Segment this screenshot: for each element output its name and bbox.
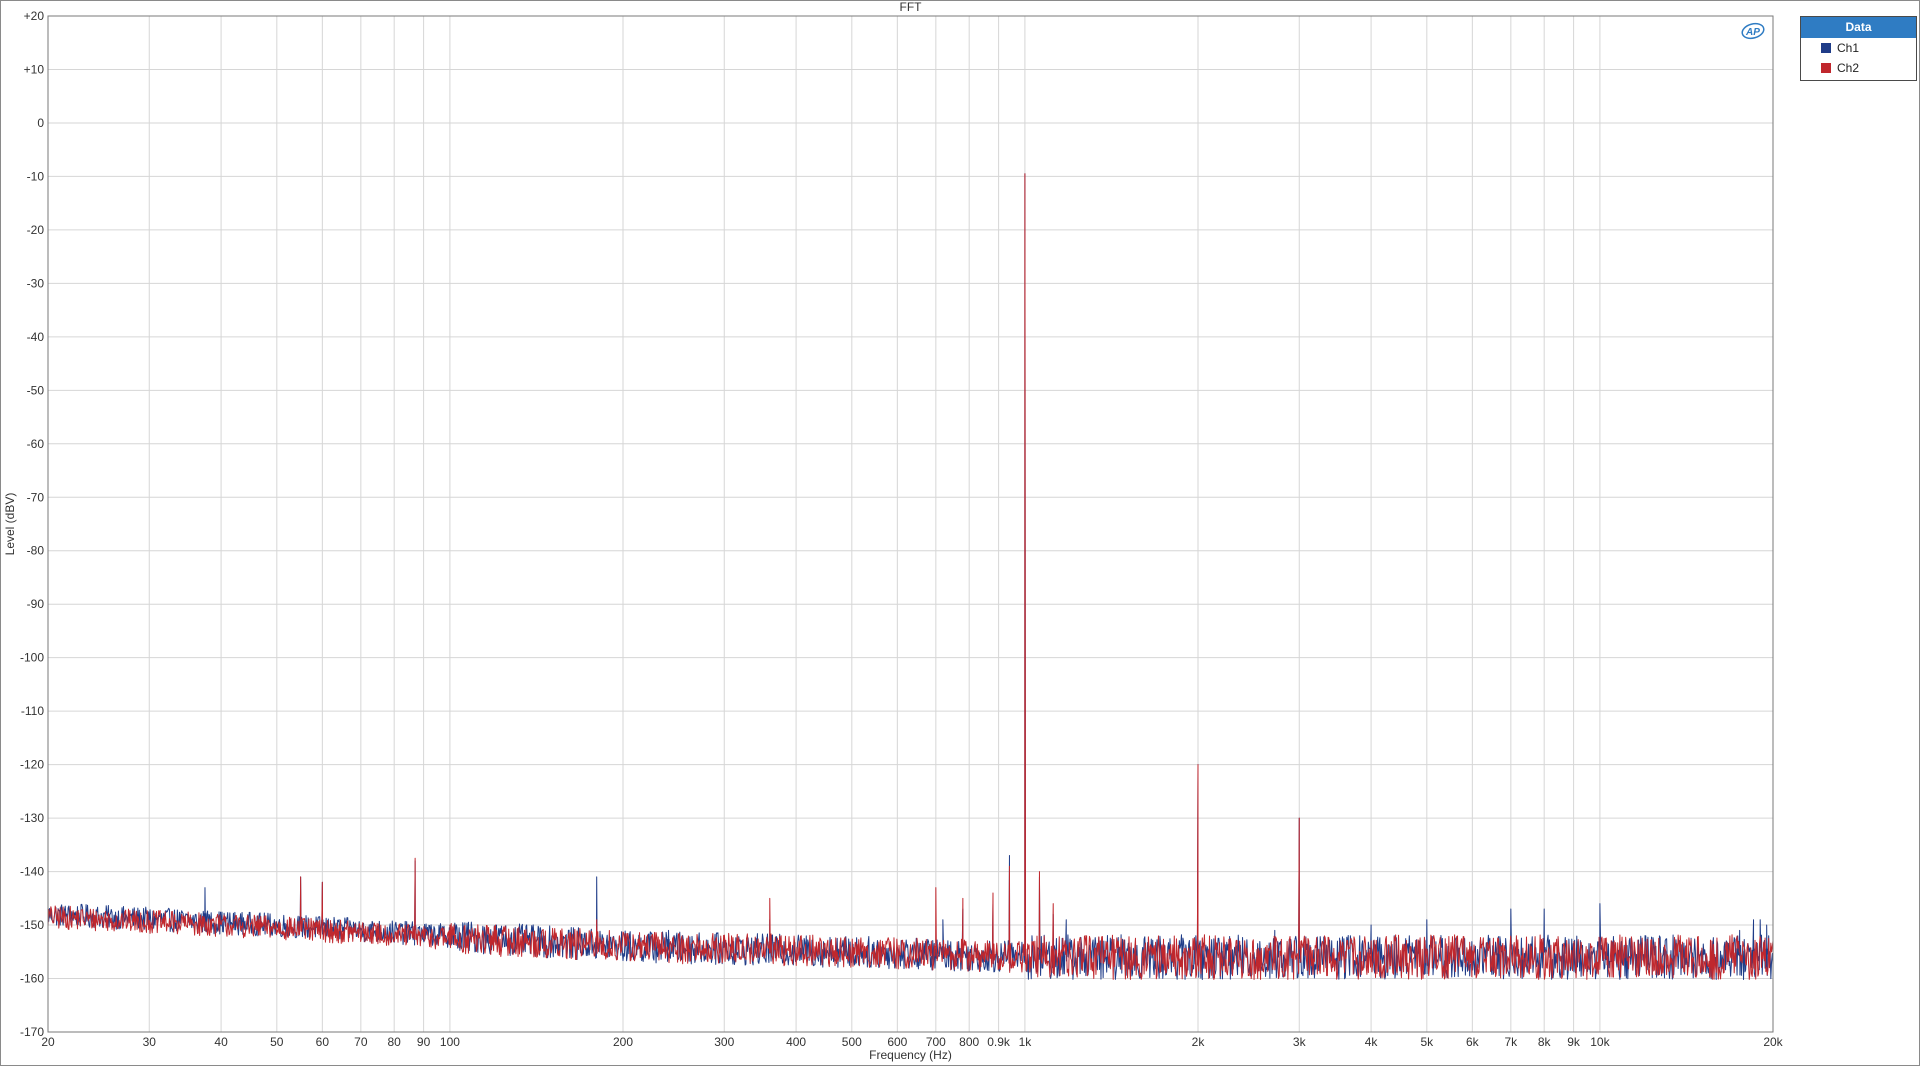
- x-tick-label: 600: [887, 1035, 907, 1049]
- legend-swatch: [1821, 43, 1831, 53]
- y-tick-label: +10: [24, 62, 45, 76]
- x-tick-label: 400: [786, 1035, 806, 1049]
- y-tick-label: -10: [27, 169, 45, 183]
- series-line-ch1: [47, 173, 1774, 981]
- y-tick-label: -70: [27, 490, 45, 504]
- legend-label: Ch2: [1837, 61, 1860, 75]
- tick-labels: +20 +10 0 -10 -20 -30 -40 -50 -60 -70 -80 -90 -100 -1…: [20, 9, 1784, 1049]
- x-tick-label: 10k: [1590, 1035, 1610, 1049]
- x-tick-label: 7k: [1504, 1035, 1518, 1049]
- x-tick-label: 100: [440, 1035, 460, 1049]
- plot-area: [47, 15, 1774, 1033]
- x-tick-label: 20: [41, 1035, 55, 1049]
- fft-chart: +20 +10 0 -10 -20 -30 -40 -50 -60 -70 -80 -90 -100 -1…: [3, 0, 1784, 1062]
- x-tick-label: 700: [926, 1035, 946, 1049]
- grid: [47, 15, 1774, 1033]
- y-tick-label: -120: [20, 758, 44, 772]
- y-tick-label: -140: [20, 865, 44, 879]
- y-tick-label: -50: [27, 383, 45, 397]
- y-tick-label: -160: [20, 972, 44, 986]
- legend[interactable]: Data Ch1 Ch2: [1800, 16, 1917, 81]
- legend-title: Data: [1801, 17, 1916, 38]
- y-tick-label: -60: [27, 437, 45, 451]
- x-tick-label: 5k: [1420, 1035, 1434, 1049]
- y-tick-label: -20: [27, 223, 45, 237]
- y-tick-label: +20: [24, 9, 45, 23]
- x-tick-label: 4k: [1365, 1035, 1379, 1049]
- x-tick-label: 1k: [1019, 1035, 1033, 1049]
- x-tick-label: 3k: [1293, 1035, 1307, 1049]
- x-tick-label: 30: [143, 1035, 157, 1049]
- series-line-ch2: [47, 173, 1774, 980]
- x-tick-label: 50: [270, 1035, 284, 1049]
- x-tick-label: 300: [714, 1035, 734, 1049]
- y-tick-label: -150: [20, 918, 44, 932]
- series-group: [47, 173, 1774, 981]
- x-axis-label: Frequency (Hz): [869, 1048, 952, 1062]
- y-axis-label: Level (dBV): [3, 493, 17, 556]
- x-tick-label: 2k: [1192, 1035, 1206, 1049]
- y-tick-label: -110: [21, 704, 44, 718]
- x-tick-label: 40: [214, 1035, 228, 1049]
- x-tick-label: 0.9k: [987, 1035, 1011, 1049]
- x-tick-label: 20k: [1763, 1035, 1783, 1049]
- x-tick-label: 500: [842, 1035, 862, 1049]
- y-tick-label: -130: [20, 811, 44, 825]
- y-tick-label: -100: [20, 651, 44, 665]
- x-tick-label: 6k: [1466, 1035, 1480, 1049]
- x-tick-label: 60: [316, 1035, 330, 1049]
- x-tick-label: 800: [959, 1035, 979, 1049]
- legend-label: Ch1: [1837, 41, 1860, 55]
- svg-text:AP: AP: [1745, 27, 1760, 38]
- y-tick-label: -90: [27, 597, 45, 611]
- y-tick-label: -80: [27, 544, 45, 558]
- legend-item-ch1[interactable]: Ch1: [1801, 38, 1916, 58]
- x-tick-label: 200: [613, 1035, 633, 1049]
- x-tick-label: 70: [354, 1035, 368, 1049]
- chart-title: FFT: [900, 0, 923, 14]
- x-tick-label: 9k: [1567, 1035, 1581, 1049]
- ap-logo-icon: AP: [1741, 22, 1765, 40]
- legend-swatch: [1821, 63, 1831, 73]
- y-tick-label: -40: [27, 330, 45, 344]
- y-tick-label: -30: [27, 276, 45, 290]
- x-tick-label: 8k: [1538, 1035, 1552, 1049]
- y-tick-label: 0: [37, 116, 44, 130]
- x-tick-label: 90: [417, 1035, 431, 1049]
- legend-item-ch2[interactable]: Ch2: [1801, 58, 1916, 78]
- x-tick-label: 80: [388, 1035, 402, 1049]
